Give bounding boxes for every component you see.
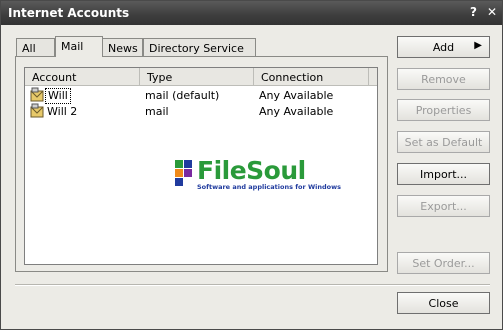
table-row[interactable]: Will 2 mail Any Available bbox=[25, 103, 377, 119]
export-button[interactable]: Export... bbox=[397, 195, 490, 217]
set-as-default-button[interactable]: Set as Default bbox=[397, 131, 490, 153]
account-connection: Any Available bbox=[259, 105, 334, 118]
table-row[interactable]: Will mail (default) Any Available bbox=[25, 87, 377, 104]
account-name: Will bbox=[45, 88, 71, 104]
properties-button[interactable]: Properties bbox=[397, 99, 490, 121]
submenu-arrow-icon: ▶ bbox=[474, 40, 482, 51]
internet-accounts-window: Internet Accounts ? ✕ All Mail News Dire… bbox=[0, 0, 503, 330]
tab-directory-service[interactable]: Directory Service bbox=[143, 38, 256, 56]
tab-all[interactable]: All bbox=[16, 38, 55, 56]
accounts-list[interactable]: Account Type Connection Will mail (defau… bbox=[24, 67, 378, 265]
tab-news[interactable]: News bbox=[102, 38, 143, 56]
close-button[interactable]: Close bbox=[397, 292, 490, 314]
footer-divider bbox=[15, 284, 490, 286]
column-header-type[interactable]: Type bbox=[140, 68, 254, 85]
remove-button[interactable]: Remove bbox=[397, 68, 490, 90]
close-window-button[interactable]: ✕ bbox=[487, 5, 497, 19]
mail-account-icon bbox=[30, 103, 44, 118]
watermark-brand: FileSoul bbox=[197, 156, 306, 185]
tab-mail[interactable]: Mail bbox=[55, 36, 103, 57]
add-button-label: Add bbox=[432, 41, 455, 54]
set-order-button[interactable]: Set Order... bbox=[397, 252, 490, 274]
title-bar[interactable]: Internet Accounts ? ✕ bbox=[1, 1, 502, 25]
import-button[interactable]: Import... bbox=[397, 163, 490, 185]
mail-account-icon bbox=[30, 87, 44, 102]
filesoul-watermark: FileSoul Software and applications for W… bbox=[175, 156, 345, 192]
account-connection: Any Available bbox=[259, 89, 334, 102]
help-button[interactable]: ? bbox=[470, 5, 477, 19]
filesoul-logo-icon bbox=[175, 160, 192, 186]
list-header: Account Type Connection bbox=[25, 68, 377, 86]
tab-panel: Account Type Connection Will mail (defau… bbox=[15, 56, 388, 272]
watermark-tagline: Software and applications for Windows bbox=[197, 183, 342, 191]
column-header-account[interactable]: Account bbox=[25, 68, 140, 85]
account-name: Will 2 bbox=[47, 105, 78, 118]
window-title: Internet Accounts bbox=[8, 6, 130, 20]
column-header-connection[interactable]: Connection bbox=[254, 68, 369, 85]
add-button[interactable]: Add ▶ bbox=[397, 36, 490, 58]
account-type: mail bbox=[145, 105, 169, 118]
account-type: mail (default) bbox=[145, 89, 220, 102]
